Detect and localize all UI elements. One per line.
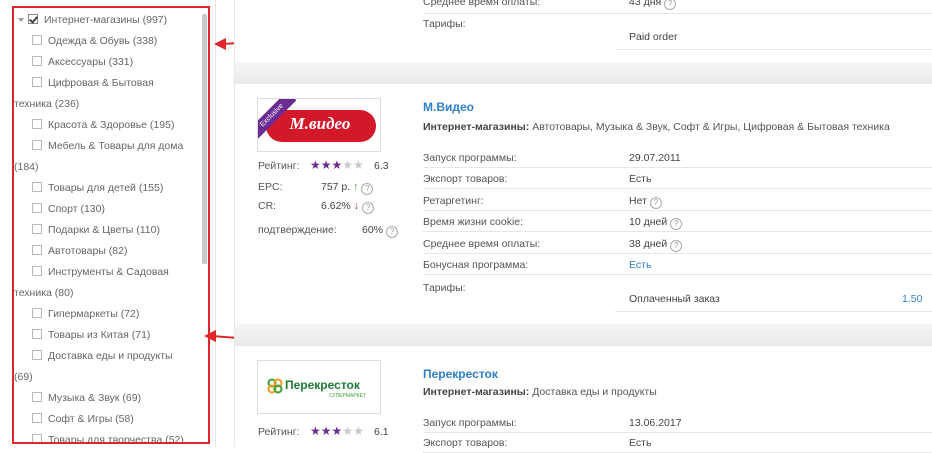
detail-label: Запуск программы: [423, 152, 517, 164]
help-icon[interactable]: ? [386, 226, 399, 238]
rating-value: 6.1 [374, 426, 389, 438]
help-icon[interactable]: ? [670, 218, 683, 231]
rating-label: Рейтинг: [258, 160, 300, 172]
star-filled-icon: ★ [320, 158, 332, 172]
mvideo-rating-stars: ★★★★★ [310, 158, 364, 172]
star-filled-icon: ★ [331, 424, 343, 438]
detail-label: Ретаргетинг: [423, 194, 484, 207]
confirm-value: 60%? [362, 224, 399, 238]
mvideo-title-link[interactable]: М.Видео [423, 100, 474, 114]
cr-label: CR: [258, 200, 277, 212]
rating-label: Рейтинг: [258, 426, 300, 438]
perekrestok-rating-stars: ★★★★★ [310, 424, 364, 438]
detail-label: Среднее время оплаты: [423, 237, 541, 250]
star-filled-icon: ★ [310, 158, 321, 172]
star-empty-icon: ★ [342, 158, 354, 172]
detail-value: Есть [629, 259, 652, 271]
detail-label: Экспорт товаров: [423, 173, 508, 186]
perekrestok-logo-sub: СУПЕРМАРКЕТ [329, 393, 366, 399]
arrow-up-icon: ↑ [353, 181, 359, 193]
rating-value: 6.3 [374, 160, 389, 172]
star-empty-icon: ★ [353, 424, 364, 438]
detail-label: Время жизни cookie: [423, 216, 524, 229]
arrow-head-icon [214, 38, 226, 50]
divider [423, 167, 932, 168]
help-icon[interactable]: ? [670, 239, 683, 252]
detail-value: 10 дней? [629, 216, 683, 231]
detail-value: 29.07.2011 [629, 152, 681, 164]
divider [423, 274, 932, 275]
detail-label: Экспорт товаров: [423, 437, 508, 449]
detail-value: 13.06.2017 [629, 417, 682, 429]
tariff-name: Paid order [629, 31, 678, 43]
help-icon[interactable]: ? [649, 196, 662, 209]
perekrestok-logo[interactable]: Перекресток СУПЕРМАРКЕТ [257, 360, 381, 414]
perekrestok-title-link[interactable]: Перекресток [423, 367, 498, 381]
divider [423, 252, 932, 254]
card-separator [235, 62, 932, 84]
detail-value: Есть [629, 437, 652, 449]
detail-label: Запуск программы: [423, 417, 517, 429]
detail-value: Нет? [629, 195, 662, 209]
tariffs-label: Тарифы: [423, 18, 466, 30]
card-separator [235, 324, 932, 346]
divider [423, 231, 932, 233]
tariffs-label: Тарифы: [423, 282, 466, 294]
divider [423, 13, 932, 14]
divider [423, 209, 932, 211]
divider [615, 49, 932, 50]
perekrestok-categories: Интернет-магазины: Доставка еды и продук… [423, 386, 657, 398]
tariff-name: Оплаченный заказ [629, 293, 720, 305]
help-icon[interactable]: ? [361, 202, 374, 214]
divider [615, 311, 932, 312]
detail-value: 38 дней? [629, 238, 683, 252]
avg-payment-label: Среднее время оплаты: [423, 0, 541, 8]
detail-label: Бонусная программа: [423, 259, 529, 271]
star-empty-icon: ★ [342, 424, 354, 438]
arrow-head-icon [204, 330, 216, 342]
star-filled-icon: ★ [310, 424, 321, 438]
mvideo-logo[interactable]: М.видео Exclusive [257, 98, 381, 152]
star-empty-icon: ★ [353, 158, 364, 172]
star-filled-icon: ★ [320, 424, 332, 438]
divider [423, 188, 932, 190]
arrow-down-icon: ↓ [353, 200, 359, 212]
cr-value: 6.62% ↓? [321, 200, 374, 214]
star-filled-icon: ★ [331, 158, 343, 172]
perekrestok-logo-text: Перекресток [285, 378, 360, 392]
detail-value: Есть [629, 173, 652, 186]
help-icon[interactable]: ? [361, 183, 374, 195]
epc-label: EPC: [258, 181, 283, 193]
confirm-label: подтверждение: [258, 224, 337, 236]
avg-payment-value: 43 дня? [629, 0, 677, 10]
perekrestok-clover-icon [267, 378, 283, 394]
tariff-amount: 1.50 [902, 293, 923, 305]
divider [423, 432, 932, 433]
help-icon[interactable]: ? [664, 0, 677, 10]
epc-value: 757 р. ↑? [321, 181, 374, 195]
mvideo-categories: Интернет-магазины: Автотовары, Музыка & … [423, 121, 890, 133]
